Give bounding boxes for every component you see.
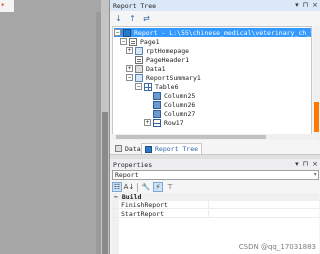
close-icon[interactable]: × [312, 1, 318, 9]
tree-node-label: PageHeader1 [146, 55, 190, 64]
summary-band-icon [135, 73, 143, 82]
property-value-field[interactable] [208, 210, 319, 218]
object-selector[interactable]: Report ▾ [112, 170, 319, 180]
events-lightning-icon[interactable]: ⚡ [153, 182, 163, 192]
move-down-icon[interactable]: ↓ [113, 13, 124, 24]
property-category-build[interactable]: − Build [112, 193, 319, 201]
tree-node-label: Column25 [164, 91, 196, 100]
panel-menu-icon[interactable]: ▾ [295, 160, 299, 168]
expand-icon[interactable]: + [126, 47, 133, 54]
sync-icon[interactable]: ⇄ [141, 13, 152, 24]
filter-icon[interactable]: ⊤ [165, 182, 175, 192]
data-band-icon [135, 64, 143, 73]
panel-menu-icon[interactable]: ▾ [295, 1, 299, 9]
object-selector-value: Report [115, 171, 139, 179]
tree-node-data1[interactable]: + Data1 [126, 64, 166, 73]
column-icon [153, 109, 161, 118]
categorized-icon[interactable]: ☷ [112, 182, 122, 192]
tree-node-rpthomepage[interactable]: + rptHomepage [126, 46, 189, 55]
subreport-icon [135, 46, 143, 55]
tree-node-label: rptHomepage [146, 46, 190, 55]
tab-data[interactable]: Data [112, 143, 144, 154]
tree-node-label: Report - L:\55\chinese_medical\veterinar… [134, 28, 312, 37]
tree-node-row17[interactable]: + Row17 [144, 118, 184, 127]
tree-node-table6[interactable]: − Table6 [135, 82, 178, 91]
dock-tab-strip: Data Report Tree [110, 142, 320, 155]
tree-node-column25[interactable]: Column25 [153, 91, 195, 100]
properties-title: Properties [113, 161, 153, 169]
report-icon [123, 28, 131, 37]
property-name: FinishReport [121, 201, 168, 209]
tree-node-pageheader1[interactable]: PageHeader1 [135, 55, 189, 64]
tree-node-label: Row17 [164, 118, 184, 127]
property-row-startreport[interactable]: StartReport [112, 210, 319, 218]
tab-report-tree[interactable]: Report Tree [141, 143, 203, 154]
tree-node-label: Column26 [164, 100, 196, 109]
band-icon [135, 55, 143, 64]
chevron-down-icon[interactable]: ▾ [313, 171, 317, 179]
page-icon [129, 37, 137, 46]
tree-node-label: Data1 [146, 64, 166, 73]
property-row-finishreport[interactable]: FinishReport [112, 201, 319, 209]
canvas-corner-label: * [1, 2, 5, 10]
alphabetical-icon[interactable]: A↓ [124, 182, 135, 192]
tree-node-label: Page1 [140, 37, 160, 46]
tree-node-label: Table6 [155, 82, 179, 91]
collapse-icon[interactable]: − [120, 38, 127, 45]
tree-horizontal-scroll-thumb[interactable] [116, 135, 266, 139]
close-icon[interactable]: × [312, 160, 318, 168]
tab-label: Report Tree [155, 145, 199, 153]
category-label: Build [121, 193, 142, 201]
tree-vertical-scroll-thumb[interactable] [314, 102, 319, 132]
report-tree[interactable]: − Report - L:\55\chinese_medical\veterin… [112, 26, 312, 140]
auto-hide-pin-icon[interactable]: ⊓ [303, 1, 308, 9]
properties-toolbar: ☷ A↓ 🔧 ⚡ ⊤ [110, 181, 320, 193]
tree-node-column27[interactable]: Column27 [153, 109, 195, 118]
canvas-scroll-thumb[interactable] [102, 112, 108, 254]
tree-node-report[interactable]: − Report - L:\55\chinese_medical\veterin… [114, 28, 312, 37]
table-icon [144, 82, 152, 91]
canvas-corner: * [0, 0, 14, 12]
tree-node-label: Column27 [164, 109, 196, 118]
report-tree-toolbar: ↓ ↑ ⇄ [110, 11, 320, 25]
tree-node-column26[interactable]: Column26 [153, 100, 195, 109]
report-tree-icon [145, 145, 152, 153]
property-value-field[interactable] [208, 201, 319, 209]
column-icon [153, 100, 161, 109]
tab-label: Data [125, 144, 141, 153]
tree-node-label: ReportSummary1 [146, 73, 201, 82]
report-tree-title: Report Tree [113, 2, 157, 10]
property-name: StartReport [121, 210, 165, 218]
auto-hide-pin-icon[interactable]: ⊓ [303, 160, 308, 168]
expand-icon[interactable]: + [126, 65, 133, 72]
collapse-icon[interactable]: − [126, 74, 133, 81]
data-icon [115, 145, 122, 152]
collapse-icon[interactable]: − [135, 83, 142, 90]
collapse-icon[interactable]: − [114, 193, 118, 201]
row-icon [153, 118, 161, 127]
tree-node-reportsummary1[interactable]: − ReportSummary1 [126, 73, 201, 82]
watermark: CSDN @qq_17031883 [238, 243, 316, 251]
move-up-icon[interactable]: ↑ [127, 13, 138, 24]
properties-title-bar[interactable]: Properties ▾ ⊓ × [110, 159, 320, 170]
designer-canvas[interactable] [0, 0, 109, 254]
properties-wrench-icon[interactable]: 🔧 [141, 182, 151, 192]
toolbar-separator [137, 182, 138, 192]
collapse-icon[interactable]: − [114, 29, 121, 36]
tree-node-page1[interactable]: − Page1 [120, 37, 160, 46]
expand-icon[interactable]: + [144, 119, 151, 126]
column-icon [153, 91, 161, 100]
right-dock-panel: Report Tree ▾ ⊓ × ↓ ↑ ⇄ − Report - L:\55… [109, 0, 320, 254]
report-tree-title-bar[interactable]: Report Tree ▾ ⊓ × [110, 0, 320, 11]
